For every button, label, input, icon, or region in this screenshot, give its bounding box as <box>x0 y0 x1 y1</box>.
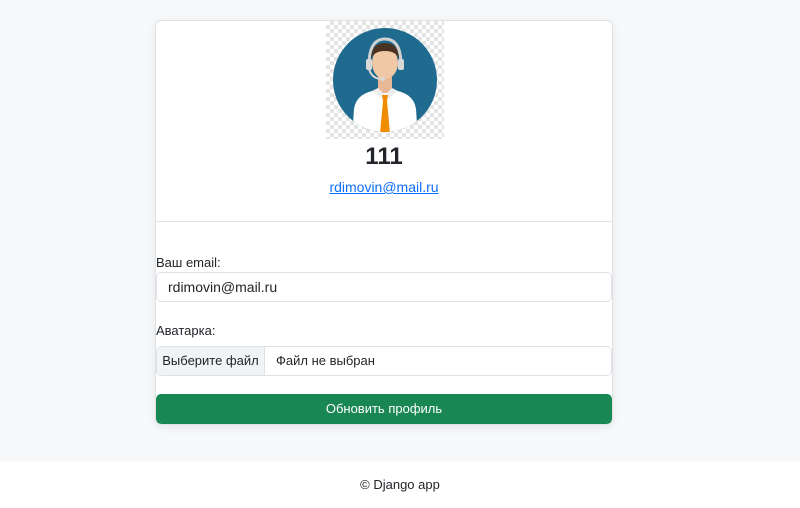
update-profile-button[interactable]: Обновить профиль <box>156 394 612 424</box>
email-link[interactable]: rdimovin@mail.ru <box>156 178 612 196</box>
email-label: Ваш email: <box>156 255 221 270</box>
file-status: Файл не выбран <box>276 353 375 368</box>
username: 111 <box>365 143 403 170</box>
profile-card: 111 rdimovin@mail.ru Ваш email: rdimovin… <box>155 20 613 425</box>
email-field-value: rdimovin@mail.ru <box>168 279 278 295</box>
avatar <box>326 21 444 139</box>
profile-header: 111 rdimovin@mail.ru <box>156 21 612 222</box>
support-agent-avatar-icon <box>333 28 437 132</box>
avatar-label: Аватарка: <box>156 323 216 338</box>
choose-file-button[interactable]: Выберите файл <box>157 347 265 375</box>
footer: © Django app <box>0 462 800 508</box>
email-field[interactable]: rdimovin@mail.ru <box>156 272 612 302</box>
avatar-file-input[interactable]: Выберите файл Файл не выбран <box>156 346 612 376</box>
